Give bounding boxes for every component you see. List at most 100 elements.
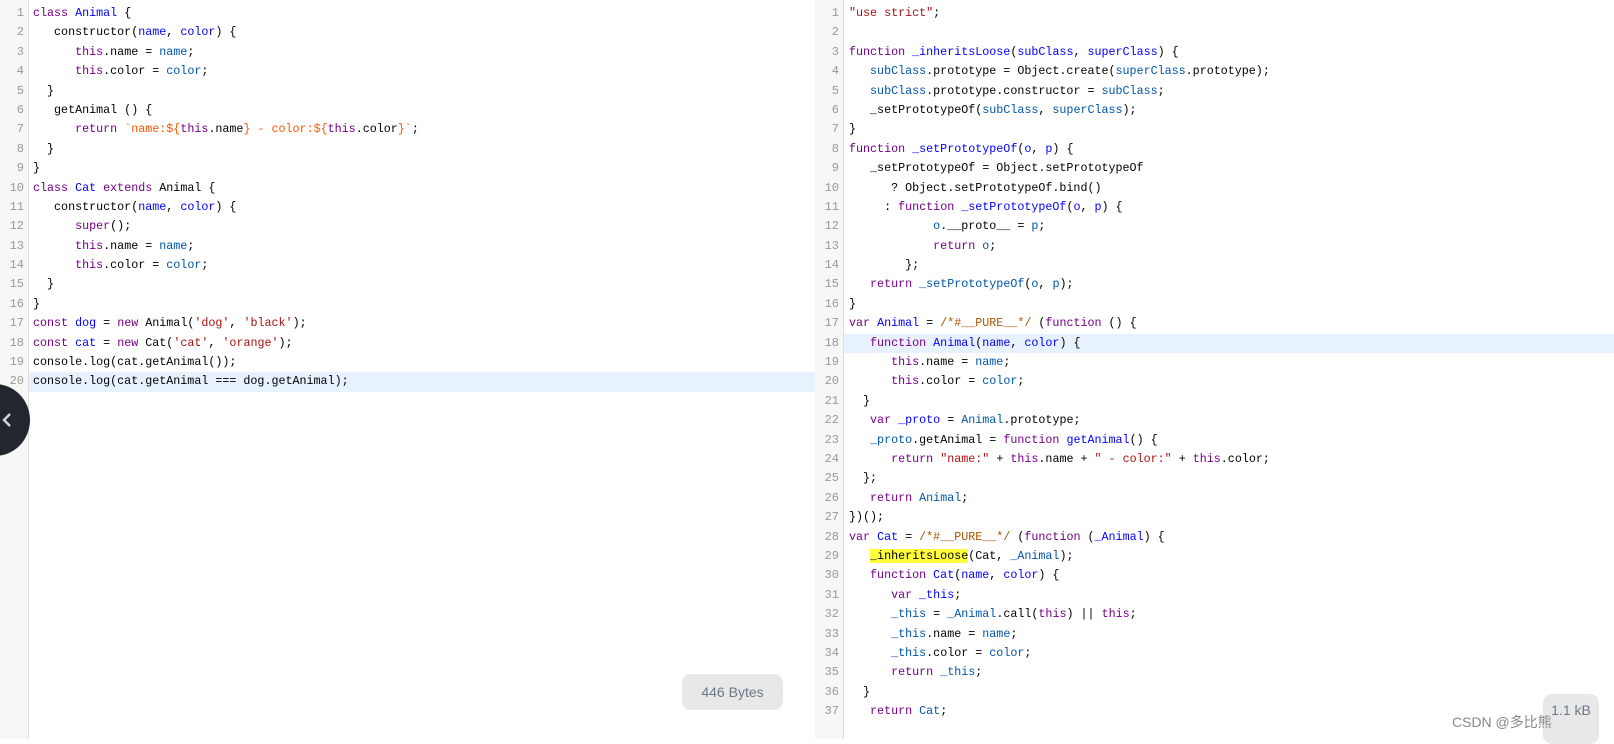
- code-line[interactable]: 6 _setPrototypeOf(subClass, superClass);: [815, 101, 1614, 120]
- code-token: }: [849, 393, 871, 408]
- code-line[interactable]: 35 return _this;: [815, 663, 1614, 682]
- code-line[interactable]: 23 _proto.getAnimal = function getAnimal…: [815, 431, 1614, 450]
- code-line[interactable]: 26 return Animal;: [815, 489, 1614, 508]
- code-line[interactable]: 34 _this.color = color;: [815, 644, 1614, 663]
- code-text: }: [33, 295, 40, 314]
- code-line[interactable]: 13 return o;: [815, 237, 1614, 256]
- code-line[interactable]: 36 }: [815, 683, 1614, 702]
- code-token: function: [870, 568, 927, 583]
- code-token: 'cat': [173, 335, 209, 350]
- code-line[interactable]: 24 return "name:" + this.name + " - colo…: [815, 450, 1614, 469]
- code-token: _Animal: [947, 607, 997, 622]
- code-line[interactable]: 28 var Cat = /*#__PURE__*/ (function (_An…: [815, 528, 1614, 547]
- code-line[interactable]: 11 constructor(name, color) {: [0, 198, 815, 217]
- code-line[interactable]: 8 }: [0, 140, 815, 159]
- code-token: })();: [849, 510, 885, 525]
- code-line[interactable]: 15 return _setPrototypeOf(o, p);: [815, 275, 1614, 294]
- code-line[interactable]: 5 subClass.prototype.constructor = subCl…: [815, 82, 1614, 101]
- code-line[interactable]: 27})();: [815, 508, 1614, 527]
- code-token: new: [117, 335, 139, 350]
- output-code-pane[interactable]: 1 "use strict"; 2 3 function _inheritsLoose(…: [815, 0, 1614, 739]
- code-token: ? Object.setPrototypeOf.bind(): [849, 180, 1102, 195]
- code-token: return: [75, 122, 118, 137]
- code-line[interactable]: 9 _setPrototypeOf = Object.setPrototypeO…: [815, 159, 1614, 178]
- code-line[interactable]: 16}: [815, 295, 1614, 314]
- code-token: getAnimal: [1066, 432, 1130, 447]
- code-token: return: [870, 277, 913, 292]
- code-line[interactable]: 8 function _setPrototypeOf(o, p) {: [815, 140, 1614, 159]
- code-token: " - color:": [1094, 451, 1172, 466]
- code-line[interactable]: 18 const cat = new Cat('cat', 'orange');: [0, 334, 815, 353]
- code-line[interactable]: 10 class Cat extends Animal {: [0, 179, 815, 198]
- code-token: =: [919, 316, 941, 331]
- code-line[interactable]: 4 subClass.prototype = Object.create(sup…: [815, 62, 1614, 81]
- code-line[interactable]: 6 getAnimal () {: [0, 101, 815, 120]
- code-line[interactable]: 19 console.log(cat.getAnimal());: [0, 353, 815, 372]
- code-token: .color;: [1220, 451, 1270, 466]
- code-token: +: [1171, 451, 1193, 466]
- code-line[interactable]: 33 _this.name = name;: [815, 625, 1614, 644]
- code-token: _this: [919, 587, 955, 602]
- code-line[interactable]: 14 this.color = color;: [0, 256, 815, 275]
- code-line[interactable]: 19 this.name = name;: [815, 353, 1614, 372]
- code-text: }: [33, 275, 54, 294]
- code-line[interactable]: 30 function Cat(name, color) {: [815, 566, 1614, 585]
- line-number: 3: [831, 44, 839, 59]
- code-line[interactable]: 12 super();: [0, 217, 815, 236]
- code-line[interactable]: 25 };: [815, 469, 1614, 488]
- code-token: ;: [201, 64, 209, 79]
- code-line[interactable]: 5 }: [0, 82, 815, 101]
- code-line[interactable]: 2: [815, 23, 1614, 42]
- code-token: color: [166, 258, 202, 273]
- code-token: =: [926, 607, 948, 622]
- code-token: _setPrototypeOf: [912, 141, 1018, 156]
- code-line[interactable]: 17 const dog = new Animal('dog', 'black')…: [0, 314, 815, 333]
- code-line[interactable]: 29 _inheritsLoose(Cat, _Animal);: [815, 547, 1614, 566]
- code-line[interactable]: 12 o.__proto__ = p;: [815, 217, 1614, 236]
- code-line[interactable]: 13 this.name = name;: [0, 237, 815, 256]
- code-line[interactable]: 1 "use strict";: [815, 4, 1614, 23]
- code-line[interactable]: 15 }: [0, 275, 815, 294]
- input-code-pane[interactable]: 1 class Animal {2 constructor(name, color…: [0, 0, 815, 739]
- code-line[interactable]: 3 function _inheritsLoose(subClass, super…: [815, 43, 1614, 62]
- code-token: );: [292, 316, 307, 331]
- code-line[interactable]: 7 return `name:${this.name} - color:${th…: [0, 120, 815, 139]
- code-token: _Animal: [1010, 548, 1060, 563]
- code-editor[interactable]: 1 class Animal {2 constructor(name, color…: [0, 4, 815, 392]
- code-line[interactable]: 1 class Animal {: [0, 4, 815, 23]
- code-token: _setPrototypeOf = Object.setPrototypeOf: [849, 161, 1144, 176]
- code-token: ,: [1038, 102, 1053, 117]
- code-line[interactable]: 9}: [0, 159, 815, 178]
- line-number: 6: [16, 102, 24, 117]
- code-token: return: [891, 451, 934, 466]
- code-line[interactable]: 18 function Animal(name, color) {: [825, 333, 1614, 354]
- code-line[interactable]: 31 var _this;: [815, 586, 1614, 605]
- code-line[interactable]: 17 var Animal = /*#__PURE__*/ (function (…: [815, 314, 1614, 333]
- code-text: constructor(name, color) {: [33, 198, 236, 217]
- code-token: );: [1059, 548, 1074, 563]
- code-line[interactable]: 20 console.log(cat.getAnimal === dog.getA…: [10, 372, 815, 392]
- code-line[interactable]: 20 this.color = color;: [815, 372, 1614, 391]
- code-line[interactable]: 16}: [0, 295, 815, 314]
- code-line[interactable]: 14 };: [815, 256, 1614, 275]
- code-line[interactable]: 32 _this = _Animal.call(this) || this;: [815, 605, 1614, 624]
- code-line[interactable]: 10 ? Object.setPrototypeOf.bind(): [815, 179, 1614, 198]
- code-line[interactable]: 3 this.name = name;: [0, 43, 815, 62]
- code-line[interactable]: 4 this.color = color;: [0, 62, 815, 81]
- line-number: 16: [824, 296, 839, 311]
- code-line[interactable]: 11 : function _setPrototypeOf(o, p) {: [815, 198, 1614, 217]
- code-token: _proto: [898, 413, 941, 428]
- code-line[interactable]: 2 constructor(name, color) {: [0, 23, 815, 42]
- code-token: cat: [75, 335, 97, 350]
- code-editor[interactable]: 1 "use strict"; 2 3 function _inheritsLoose(…: [815, 4, 1614, 721]
- code-token: this: [327, 122, 356, 137]
- code-line[interactable]: 7}: [815, 120, 1614, 139]
- code-line[interactable]: 21 }: [815, 392, 1614, 411]
- code-line[interactable]: 22 var _proto = Animal.prototype;: [815, 411, 1614, 430]
- code-token: .call(: [996, 607, 1039, 622]
- code-token: ;: [187, 44, 195, 59]
